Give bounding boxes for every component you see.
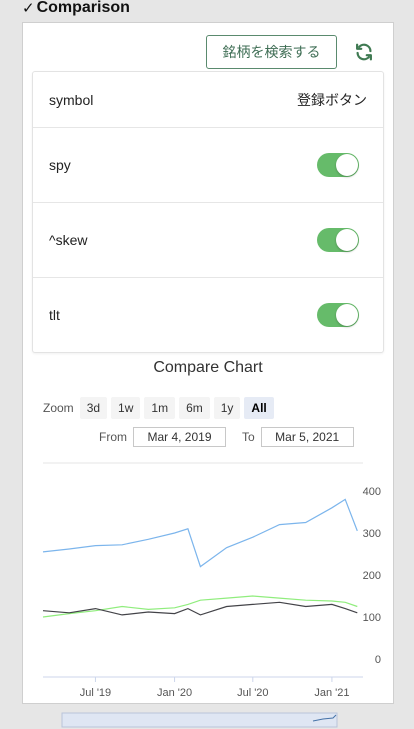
zoom-controls: Zoom 3d 1w 1m 6m 1y All [43, 397, 274, 419]
list-item: tlt [33, 277, 383, 352]
range-from: From Mar 4, 2019 [99, 427, 226, 447]
chart-title: Compare Chart [153, 359, 263, 376]
compare-chart[interactable]: 0 100 200 300 400 Jul '19 Jan '20 Jul '20 Jan '… [23, 459, 393, 729]
x-tick-label: Jul '19 [80, 687, 111, 699]
toggle-knob [336, 229, 358, 251]
toggle-knob [336, 304, 358, 326]
comparison-panel: 銘柄を検索する symbol 登録ボタン spy ^skew tlt Compa… [22, 22, 394, 728]
symbol-column-header: symbol [49, 91, 94, 108]
symbol-name: tlt [49, 307, 60, 323]
to-label: To [242, 430, 255, 444]
symbol-list-header: symbol 登録ボタン [33, 72, 383, 127]
from-date-input[interactable]: Mar 4, 2019 [133, 427, 226, 447]
refresh-icon[interactable] [353, 41, 375, 63]
zoom-all-button[interactable]: All [244, 397, 274, 419]
y-tick-label: 300 [363, 528, 381, 540]
navigator-range[interactable] [61, 712, 338, 728]
section-header[interactable]: ✓ Comparison [22, 0, 130, 19]
x-tick-label: Jul '20 [237, 687, 268, 699]
series-line-1 [42, 498, 358, 568]
list-item: spy [33, 127, 383, 202]
symbol-list: symbol 登録ボタン spy ^skew tlt [32, 71, 384, 353]
y-tick-label: 100 [363, 612, 381, 624]
x-tick-label: Jan '21 [314, 687, 349, 699]
zoom-3d-button[interactable]: 3d [79, 397, 108, 419]
register-toggle[interactable] [317, 153, 359, 177]
zoom-6m-button[interactable]: 6m [179, 397, 210, 419]
x-tick-label: Jan '20 [157, 687, 192, 699]
check-icon: ✓ [22, 0, 35, 17]
y-tick-label: 0 [375, 654, 381, 666]
to-date-input[interactable]: Mar 5, 2021 [260, 427, 354, 447]
register-toggle[interactable] [317, 303, 359, 327]
search-symbol-button[interactable]: 銘柄を検索する [206, 35, 337, 69]
from-label: From [99, 430, 127, 444]
toggle-knob [336, 154, 358, 176]
y-tick-label: 400 [363, 486, 381, 498]
register-column-header: 登録ボタン [297, 91, 367, 108]
zoom-1y-button[interactable]: 1y [213, 397, 241, 419]
y-tick-label: 200 [363, 570, 381, 582]
list-item: ^skew [33, 202, 383, 277]
register-toggle[interactable] [317, 228, 359, 252]
zoom-label: Zoom [43, 401, 74, 415]
section-title: Comparison [36, 0, 130, 16]
series-line-3 [42, 601, 358, 616]
range-to: To Mar 5, 2021 [242, 427, 354, 447]
symbol-name: ^skew [49, 232, 88, 248]
zoom-1w-button[interactable]: 1w [111, 397, 141, 419]
symbol-name: spy [49, 157, 71, 173]
zoom-1m-button[interactable]: 1m [144, 397, 176, 419]
